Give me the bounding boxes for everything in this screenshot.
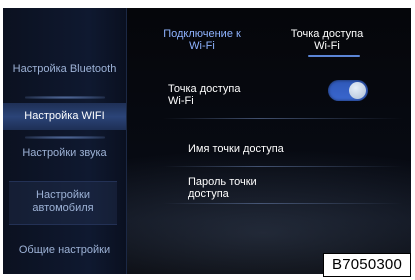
hotspot-toggle-switch[interactable]	[328, 80, 368, 101]
sidebar-item-sound[interactable]: Настройки звука	[3, 136, 126, 168]
hotspot-toggle-label: Точка доступа Wi-Fi	[168, 83, 241, 107]
sidebar-item-bluetooth[interactable]: Настройка Bluetooth	[3, 58, 126, 99]
head-unit-frame: Настройка Bluetooth Настройка WIFI Настр…	[3, 8, 413, 277]
hotspot-password-field[interactable]: Пароль точки доступа	[188, 176, 278, 200]
sidebar-item-label: Настройки автомобиля	[32, 189, 94, 214]
row-divider	[163, 203, 403, 204]
row-divider	[163, 118, 403, 119]
sidebar-item-label: Настройка WIFI	[24, 110, 105, 122]
sidebar-divider-glow	[25, 96, 105, 99]
sidebar-item-vehicle[interactable]: Настройки автомобиля	[9, 181, 117, 225]
sidebar-item-label: Настройка Bluetooth	[12, 63, 117, 75]
settings-screen: Настройка Bluetooth Настройка WIFI Настр…	[3, 8, 411, 274]
row-divider	[163, 166, 403, 167]
tab-wifi-connection[interactable]: Подключение к Wi-Fi	[161, 28, 243, 52]
tab-wifi-hotspot[interactable]: Точка доступа Wi-Fi	[286, 28, 368, 52]
settings-sidebar: Настройка Bluetooth Настройка WIFI Настр…	[3, 8, 127, 274]
active-tab-indicator	[308, 55, 360, 57]
hotspot-name-field[interactable]: Имя точки доступа	[188, 143, 338, 155]
sidebar-item-label: Общие настройки	[18, 244, 111, 256]
sidebar-divider-glow	[25, 136, 105, 139]
sidebar-item-wifi[interactable]: Настройка WIFI	[3, 103, 126, 130]
figure-code-label: B7050300	[323, 253, 411, 277]
sidebar-item-label: Настройки звука	[22, 147, 107, 159]
toggle-knob	[349, 82, 366, 99]
sidebar-item-general[interactable]: Общие настройки	[3, 236, 126, 262]
